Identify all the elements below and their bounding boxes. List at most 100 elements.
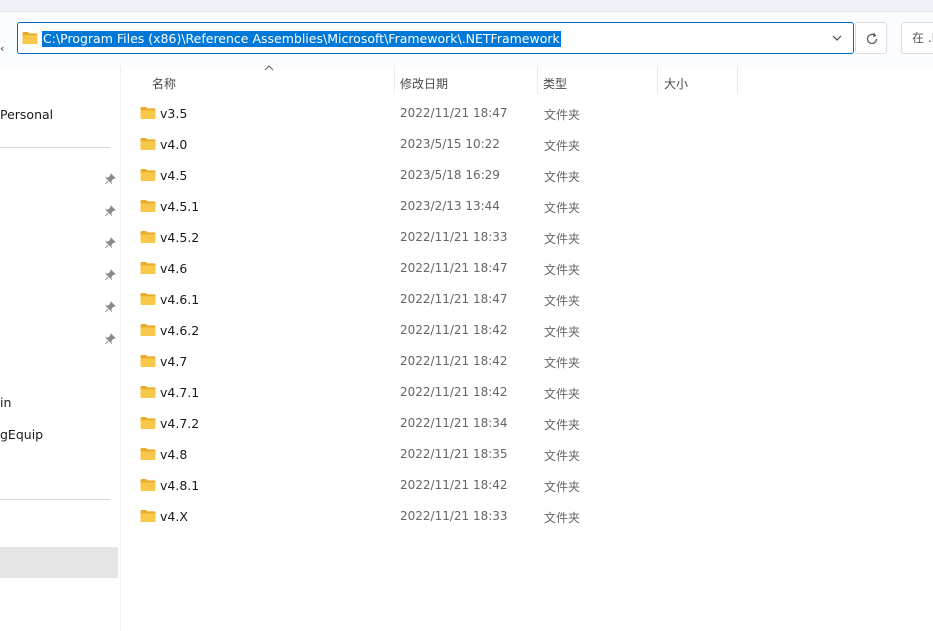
sidebar-item-gequip[interactable]: gEquip [0, 427, 43, 442]
file-modified-date: 2022/11/21 18:42 [400, 385, 508, 399]
file-modified-date: 2022/11/21 18:42 [400, 323, 508, 337]
file-name[interactable]: v4.7 [160, 354, 187, 369]
folder-icon [140, 231, 156, 243]
pin-icon[interactable] [104, 269, 116, 281]
file-modified-date: 2022/11/21 18:35 [400, 447, 508, 461]
file-modified-date: 2023/5/15 10:22 [400, 137, 500, 151]
file-name[interactable]: v4.6.1 [160, 292, 199, 307]
table-row[interactable]: v4.6.2 2022/11/21 18:42 文件夹 [136, 315, 776, 346]
file-modified-date: 2022/11/21 18:42 [400, 354, 508, 368]
folder-icon [140, 293, 156, 305]
sidebar-item-in[interactable]: in [0, 395, 11, 410]
table-row[interactable]: v4.6.1 2022/11/21 18:47 文件夹 [136, 284, 776, 315]
file-modified-date: 2023/5/18 16:29 [400, 168, 500, 182]
chevron-down-icon[interactable] [831, 32, 843, 44]
file-modified-date: 2022/11/21 18:42 [400, 478, 508, 492]
file-type: 文件夹 [544, 139, 581, 153]
file-type: 文件夹 [544, 170, 581, 184]
folder-icon [140, 355, 156, 367]
column-separator[interactable] [657, 66, 658, 94]
file-type: 文件夹 [544, 387, 581, 401]
file-name[interactable]: v4.5.1 [160, 199, 199, 214]
column-header-size[interactable]: 大小 [664, 72, 688, 96]
file-name[interactable]: v4.5.2 [160, 230, 199, 245]
file-type: 文件夹 [544, 418, 581, 432]
chevron-left-icon[interactable]: ‹ [0, 42, 6, 56]
file-type: 文件夹 [544, 108, 581, 122]
pin-icon[interactable] [104, 205, 116, 217]
sidebar-item-personal[interactable]: Personal [0, 107, 53, 122]
column-separator[interactable] [537, 66, 538, 94]
folder-icon [140, 448, 156, 460]
file-type: 文件夹 [544, 294, 581, 308]
file-name[interactable]: v4.6 [160, 261, 187, 276]
folder-icon [140, 510, 156, 522]
search-placeholder: 在 .N [912, 31, 933, 45]
file-name[interactable]: v4.7.1 [160, 385, 199, 400]
refresh-icon [866, 32, 878, 45]
table-row[interactable]: v4.5.2 2022/11/21 18:33 文件夹 [136, 222, 776, 253]
file-modified-date: 2022/11/21 18:47 [400, 261, 508, 275]
column-header-name[interactable]: 名称 [152, 72, 176, 96]
file-name[interactable]: v4.8 [160, 447, 187, 462]
table-row[interactable]: v4.7.2 2022/11/21 18:34 文件夹 [136, 408, 776, 439]
file-modified-date: 2022/11/21 18:47 [400, 106, 508, 120]
file-type: 文件夹 [544, 511, 581, 525]
file-modified-date: 2022/11/21 18:33 [400, 509, 508, 523]
pin-icon[interactable] [104, 301, 116, 313]
folder-icon [140, 417, 156, 429]
column-header-type[interactable]: 类型 [543, 72, 567, 96]
file-type: 文件夹 [544, 449, 581, 463]
column-separator[interactable] [394, 66, 395, 94]
file-name[interactable]: v4.X [160, 509, 188, 524]
folder-icon [22, 32, 38, 44]
search-input[interactable]: 在 .N [901, 22, 933, 54]
sidebar-item-selected[interactable] [0, 547, 118, 578]
table-row[interactable]: v4.5.1 2023/2/13 13:44 文件夹 [136, 191, 776, 222]
file-name[interactable]: v4.0 [160, 137, 187, 152]
pin-icon[interactable] [104, 333, 116, 345]
sort-ascending-icon [264, 65, 274, 71]
file-type: 文件夹 [544, 263, 581, 277]
folder-icon [140, 169, 156, 181]
folder-icon [140, 324, 156, 336]
address-bar[interactable]: C:\Program Files (x86)\Reference Assembl… [17, 22, 854, 54]
table-row[interactable]: v4.6 2022/11/21 18:47 文件夹 [136, 253, 776, 284]
refresh-button[interactable] [855, 22, 887, 54]
folder-icon [140, 479, 156, 491]
file-name[interactable]: v3.5 [160, 106, 187, 121]
folder-icon [140, 107, 156, 119]
folder-icon [140, 262, 156, 274]
table-row[interactable]: v4.7 2022/11/21 18:42 文件夹 [136, 346, 776, 377]
address-path[interactable]: C:\Program Files (x86)\Reference Assembl… [42, 31, 561, 47]
file-type: 文件夹 [544, 201, 581, 215]
file-modified-date: 2023/2/13 13:44 [400, 199, 500, 213]
folder-icon [140, 386, 156, 398]
table-row[interactable]: v4.7.1 2022/11/21 18:42 文件夹 [136, 377, 776, 408]
file-name[interactable]: v4.5 [160, 168, 187, 183]
file-type: 文件夹 [544, 325, 581, 339]
file-modified-date: 2022/11/21 18:33 [400, 230, 508, 244]
title-strip [0, 0, 933, 12]
folder-icon [140, 138, 156, 150]
table-row[interactable]: v4.8 2022/11/21 18:35 文件夹 [136, 439, 776, 470]
file-type: 文件夹 [544, 232, 581, 246]
table-row[interactable]: v3.5 2022/11/21 18:47 文件夹 [136, 98, 776, 129]
table-row[interactable]: v4.0 2023/5/15 10:22 文件夹 [136, 129, 776, 160]
navigation-pane: Personal in gEquip [0, 66, 121, 631]
table-row[interactable]: v4.X 2022/11/21 18:33 文件夹 [136, 501, 776, 532]
file-type: 文件夹 [544, 480, 581, 494]
table-row[interactable]: v4.8.1 2022/11/21 18:42 文件夹 [136, 470, 776, 501]
column-separator[interactable] [737, 66, 738, 94]
file-name[interactable]: v4.7.2 [160, 416, 199, 431]
file-name[interactable]: v4.6.2 [160, 323, 199, 338]
file-modified-date: 2022/11/21 18:34 [400, 416, 508, 430]
nav-divider [0, 499, 110, 500]
nav-divider [0, 147, 110, 148]
folder-icon [140, 200, 156, 212]
table-row[interactable]: v4.5 2023/5/18 16:29 文件夹 [136, 160, 776, 191]
pin-icon[interactable] [104, 237, 116, 249]
file-name[interactable]: v4.8.1 [160, 478, 199, 493]
pin-icon[interactable] [104, 173, 116, 185]
column-header-date[interactable]: 修改日期 [400, 72, 448, 96]
